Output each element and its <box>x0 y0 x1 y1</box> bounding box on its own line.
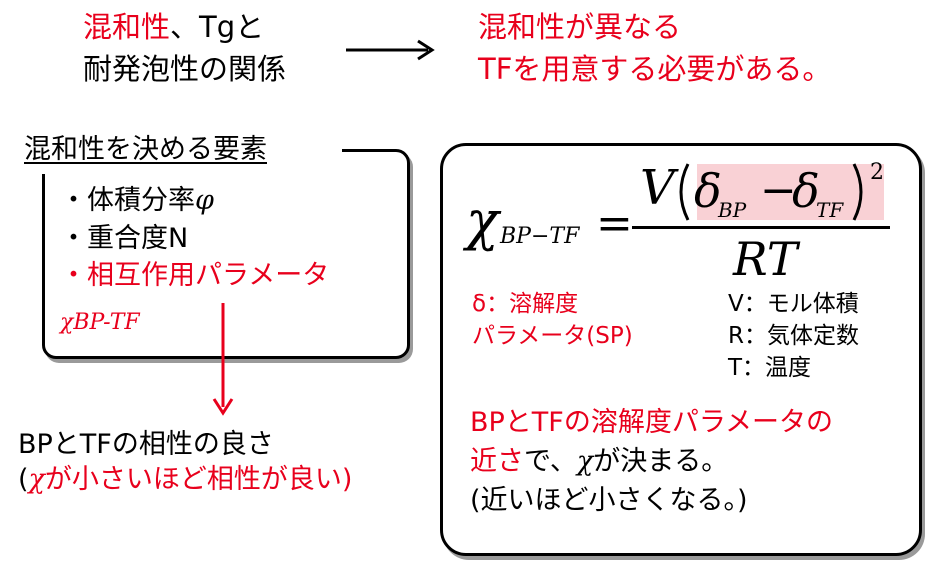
phi-symbol: φ <box>195 185 214 216</box>
left-paren <box>679 163 690 221</box>
closeness-word: 近さ <box>470 446 524 477</box>
legend-r: R：気体定数 <box>728 323 859 349</box>
exponent-2: 2 <box>870 160 884 185</box>
down-arrow-icon <box>212 303 234 416</box>
legend-t: T：温度 <box>728 355 812 381</box>
right-arrow-icon <box>346 39 435 61</box>
right-paren <box>852 163 863 221</box>
legend-delta-1: δ：溶解度 <box>472 291 579 317</box>
affinity-note: が小さいほど相性が良い) <box>44 464 353 495</box>
sp-closeness-line-1: BPとTFの溶解度パラメータの <box>470 407 834 438</box>
sp-closeness-line-3: (近いほど小さくなる。) <box>470 485 748 516</box>
factor-label: ・体積分率 <box>60 185 195 216</box>
factors-heading: 混和性を決める要素 <box>24 134 267 165</box>
denominator-rt: RT <box>733 232 798 286</box>
chi-symbol-2: χ <box>576 446 594 477</box>
delta-bp-subscript: BP <box>718 198 747 222</box>
legend-v: V：モル体積 <box>728 291 859 317</box>
fraction-bar <box>632 226 890 229</box>
miscibility-text: 混和性 <box>83 10 171 44</box>
legend-delta-2: パラメータ(SP) <box>472 323 633 349</box>
sp-closeness-line-2: 近さで、χが決まる。 <box>470 445 728 478</box>
topic-line-2: 耐発泡性の関係 <box>83 52 287 86</box>
tg-text: 、Tgと <box>170 10 265 44</box>
chi-bp-tf-label: χBP-TF <box>60 310 140 335</box>
chi-symbol: χ <box>28 464 45 495</box>
chi-lhs-subscript: BP−TF <box>500 224 580 249</box>
topic-line-1: 混和性、Tgと <box>83 9 264 45</box>
factor-degree-polymerization: ・重合度N <box>60 223 189 254</box>
paren-open: ( <box>18 464 29 495</box>
equals-sign: = <box>596 198 633 249</box>
conclusion-line-2: TFを用意する必要がある。 <box>478 52 832 86</box>
factor-interaction-parameter: ・相互作用パラメータ <box>60 260 330 291</box>
conclusion-line-1: 混和性が異なる <box>478 10 682 44</box>
determined-text: が決まる。 <box>593 446 729 477</box>
affinity-line-1: BPとTFの相性の良さ <box>18 429 274 460</box>
affinity-line-2: (χが小さいほど相性が良い) <box>18 463 352 496</box>
factor-volume-fraction: ・体積分率φ <box>60 184 214 217</box>
delta-tf-subscript: TF <box>816 198 844 222</box>
chi-lhs: χ <box>466 189 499 252</box>
de-text: で、 <box>524 446 577 477</box>
